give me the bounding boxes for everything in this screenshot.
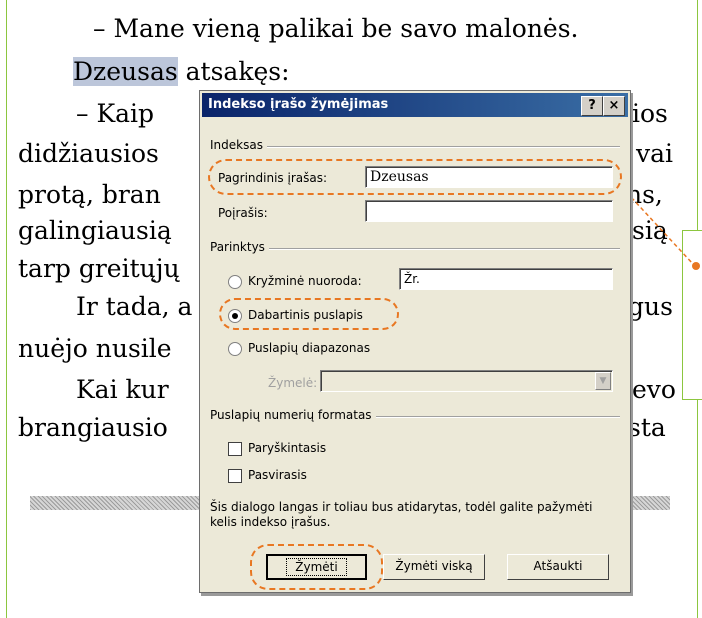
- chevron-down-icon: ▼: [595, 372, 611, 390]
- mark-index-entry-dialog: Indekso įrašo žymėjimas ? × Indeksas Pag…: [199, 90, 631, 593]
- bold-label: Paryškintasis: [248, 441, 327, 455]
- bookmark-select[interactable]: ▼: [320, 370, 613, 392]
- highlight-main-entry: [208, 159, 622, 195]
- subentry-label: Poįrašis:: [218, 206, 268, 220]
- cross-ref-radio[interactable]: [228, 275, 242, 289]
- page-range-label: Puslapių diapazonas: [248, 341, 371, 355]
- bookmark-label: Žymelė:: [268, 376, 318, 390]
- dialog-titlebar[interactable]: Indekso įrašo žymėjimas ? ×: [202, 93, 628, 117]
- dialog-title: Indekso įrašo žymėjimas: [208, 97, 389, 112]
- cross-ref-label: Kryžminė nuoroda:: [248, 274, 362, 288]
- mark-all-button[interactable]: Žymėti viską: [383, 554, 485, 580]
- subentry-input[interactable]: [365, 200, 613, 222]
- close-button[interactable]: ×: [603, 96, 625, 116]
- highlight-mark-button: [250, 544, 383, 590]
- italic-checkbox[interactable]: [228, 469, 242, 483]
- dialog-note: Šis dialogo langas ir toliau bus atidary…: [210, 500, 593, 529]
- highlight-current-page: [219, 298, 399, 330]
- page-range-radio[interactable]: [228, 342, 242, 356]
- options-group-line: [210, 248, 620, 250]
- bold-checkbox[interactable]: [228, 442, 242, 456]
- index-group-line: [210, 146, 620, 148]
- index-group-label: Indeksas: [210, 138, 267, 152]
- options-group-label: Parinktys: [210, 240, 269, 254]
- cancel-button[interactable]: Atšaukti: [507, 554, 609, 580]
- cross-ref-input[interactable]: Žr.: [399, 268, 613, 290]
- format-group-label: Puslapių numerių formatas: [210, 408, 376, 422]
- help-button[interactable]: ?: [581, 96, 603, 116]
- italic-label: Pasvirasis: [248, 468, 307, 482]
